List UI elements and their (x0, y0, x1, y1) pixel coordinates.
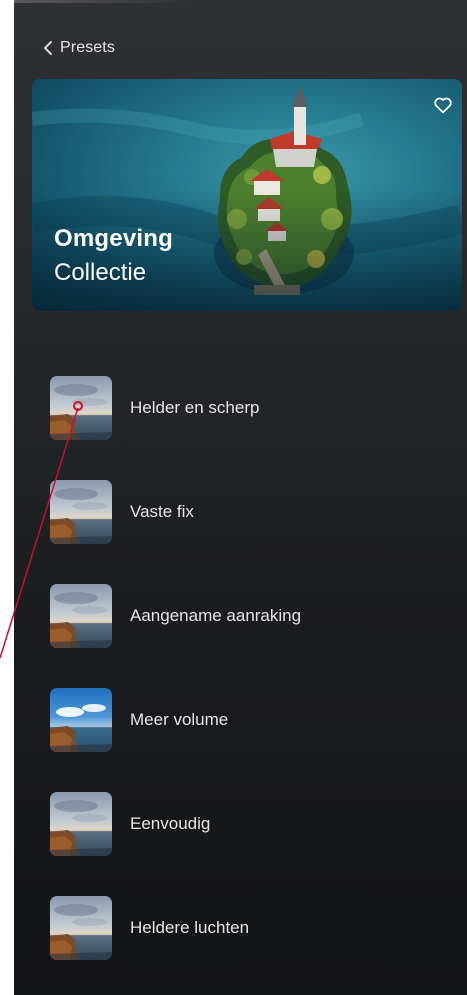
preset-item[interactable]: Heldere luchten (50, 896, 450, 995)
preset-item[interactable]: Aangename aanraking (50, 584, 450, 688)
collection-subtitle: Collectie (54, 259, 147, 286)
preset-item[interactable]: Eenvoudig (50, 792, 450, 896)
heart-outline-icon[interactable] (432, 94, 454, 116)
preset-item[interactable]: Helder en scherp (50, 376, 450, 480)
preset-label: Vaste fix (130, 502, 194, 521)
preset-label: Eenvoudig (130, 814, 211, 833)
back-to-presets-button[interactable]: Presets (42, 37, 115, 59)
preset-item[interactable]: Meer volume (50, 688, 450, 792)
preset-thumbnail (50, 376, 112, 440)
presets-panel: Presets Omgeving Collectie Helder en sch… (14, 0, 467, 995)
back-label: Presets (60, 39, 115, 56)
preset-thumbnail (50, 792, 112, 856)
preset-thumbnail (50, 584, 112, 648)
preset-item[interactable]: Vaste fix (50, 480, 450, 584)
preset-label: Heldere luchten (130, 918, 250, 937)
collection-title: Omgeving (54, 225, 173, 252)
preset-thumbnail (50, 480, 112, 544)
preset-list: Helder en scherp Vaste fix Aangename aanra… (50, 376, 450, 995)
preset-label: Meer volume (130, 710, 229, 729)
preset-thumbnail (50, 896, 112, 960)
preset-thumbnail (50, 688, 112, 752)
preset-label: Helder en scherp (130, 398, 260, 417)
preset-label: Aangename aanraking (130, 606, 302, 625)
chevron-left-icon (42, 38, 58, 58)
collection-hero-card[interactable]: Omgeving Collectie (32, 79, 462, 311)
